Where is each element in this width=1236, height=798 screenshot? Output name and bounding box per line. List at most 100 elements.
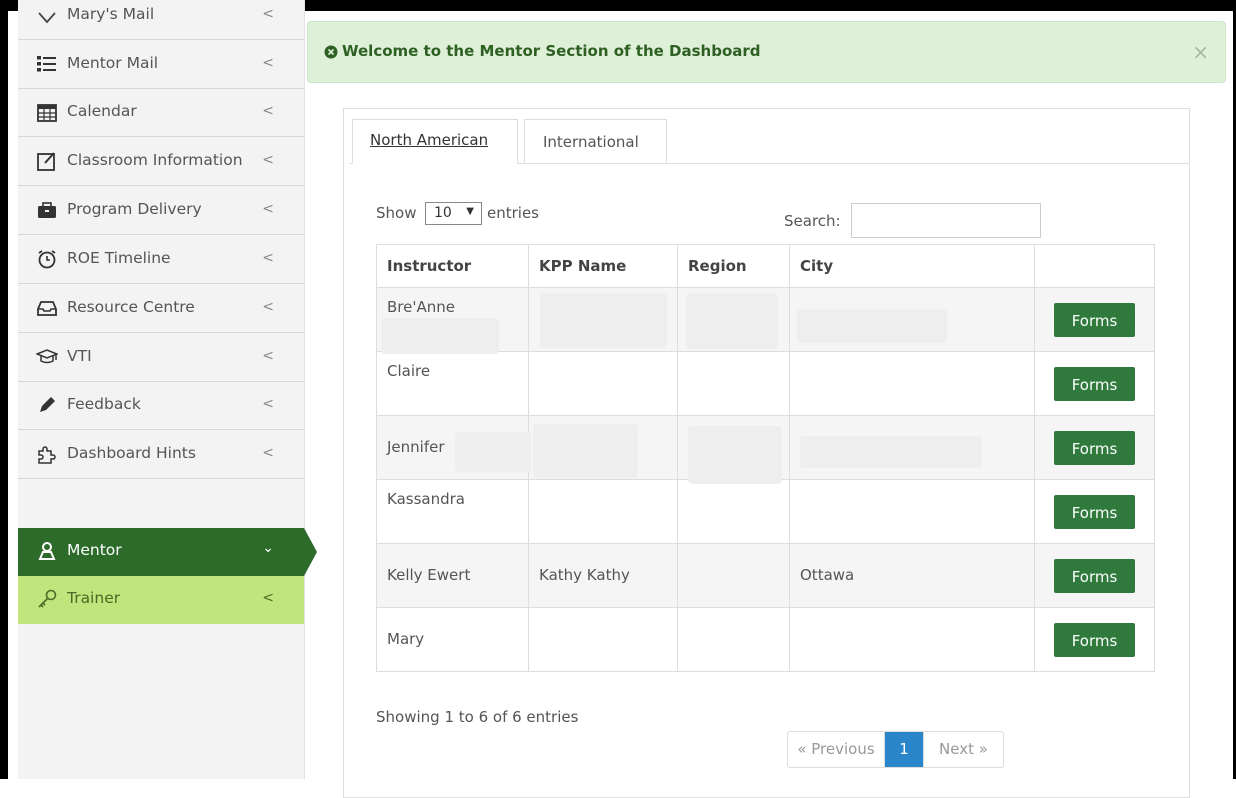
- sidebar-item-label: ROE Timeline: [67, 249, 171, 267]
- cell-kpp-name: [528, 351, 678, 416]
- sidebar-item-dashboard-hints[interactable]: Dashboard Hints <: [18, 431, 304, 479]
- cell-kpp-name: Kathy Kathy: [528, 543, 678, 608]
- search-label: Search:: [784, 212, 841, 230]
- sidebar-item-label: Classroom Information: [67, 151, 243, 169]
- redacted-block: [533, 424, 638, 478]
- sidebar-item-vti[interactable]: VTI <: [18, 334, 304, 382]
- sidebar-item-trainer[interactable]: Trainer <: [18, 576, 304, 624]
- redacted-block: [800, 436, 982, 468]
- cell-actions: Forms: [1034, 543, 1155, 608]
- forms-button[interactable]: Forms: [1054, 622, 1135, 657]
- page-size-value: 10: [434, 205, 452, 221]
- table-header-row: Instructor KPP Name Region City: [376, 244, 1155, 288]
- welcome-alert: Welcome to the Mentor Section of the Das…: [307, 21, 1226, 83]
- edit-icon: [37, 152, 55, 171]
- chevron-left-icon: <: [262, 590, 274, 606]
- pagination: « Previous 1 Next »: [787, 731, 1004, 768]
- forms-button[interactable]: Forms: [1054, 302, 1135, 337]
- chevron-left-icon: <: [262, 299, 274, 315]
- table-row: Kelly Ewert Kathy Kathy Ottawa Forms: [376, 543, 1155, 608]
- chevron-left-icon: <: [262, 152, 274, 168]
- cell-actions: Forms: [1034, 351, 1155, 416]
- cell-actions: Forms: [1034, 607, 1155, 672]
- sidebar-item-label: Program Delivery: [67, 200, 202, 218]
- chevron-left-icon: <: [262, 396, 274, 412]
- sidebar-item-program-delivery[interactable]: Program Delivery <: [18, 187, 304, 235]
- sidebar-item-label: Mary's Mail: [67, 5, 155, 23]
- table-row: Kassandra Forms: [376, 479, 1155, 544]
- pagination-page-1[interactable]: 1: [885, 732, 923, 767]
- forms-button[interactable]: Forms: [1054, 494, 1135, 529]
- sidebar-item-label: Feedback: [67, 395, 141, 413]
- tab-international[interactable]: International: [524, 119, 667, 164]
- list-icon: [37, 56, 56, 72]
- column-header-instructor[interactable]: Instructor: [376, 244, 529, 288]
- sidebar-item-calendar[interactable]: Calendar <: [18, 89, 304, 137]
- sidebar-item-mentor[interactable]: Mentor ⌄: [18, 528, 304, 576]
- cell-instructor: Claire: [376, 351, 529, 416]
- sidebar-item-classroom-information[interactable]: Classroom Information <: [18, 138, 304, 186]
- show-label: Show: [376, 204, 417, 222]
- chevron-left-icon: <: [262, 103, 274, 119]
- sidebar-item-label: VTI: [67, 347, 92, 365]
- chevron-left-icon: <: [262, 201, 274, 217]
- cell-actions: Forms: [1034, 415, 1155, 480]
- pencil-icon: [40, 397, 55, 412]
- search-input[interactable]: [851, 203, 1041, 238]
- sidebar-item-feedback[interactable]: Feedback <: [18, 382, 304, 430]
- pagination-next[interactable]: Next »: [923, 732, 1003, 767]
- cell-region: [677, 607, 790, 672]
- heart-icon: [38, 12, 56, 24]
- tab-label: North American: [370, 131, 489, 149]
- cell-city: [789, 607, 1035, 672]
- cell-region: [677, 351, 790, 416]
- chevron-left-icon: <: [262, 348, 274, 364]
- redacted-block: [686, 293, 778, 349]
- forms-button[interactable]: Forms: [1054, 366, 1135, 401]
- active-item-pointer: [304, 528, 317, 576]
- sidebar-item-resource-centre[interactable]: Resource Centre <: [18, 285, 304, 333]
- sidebar-item-marys-mail[interactable]: Mary's Mail <: [18, 0, 304, 40]
- redacted-block: [540, 293, 667, 348]
- column-header-kpp-name[interactable]: KPP Name: [528, 244, 678, 288]
- chevron-down-icon: ⌄: [262, 540, 274, 556]
- close-circle-icon: [324, 45, 338, 59]
- cell-actions: Forms: [1034, 287, 1155, 352]
- sidebar-item-mentor-mail[interactable]: Mentor Mail <: [18, 41, 304, 89]
- chevron-left-icon: <: [262, 250, 274, 266]
- cell-instructor: Kassandra: [376, 479, 529, 544]
- cell-kpp-name: [528, 607, 678, 672]
- sidebar: Mary's Mail < Mentor Mail < Calendar < C…: [18, 0, 305, 779]
- chevron-left-icon: <: [262, 55, 274, 71]
- page-size-select[interactable]: 10 ▼: [425, 202, 482, 225]
- alert-close-button[interactable]: ×: [1192, 40, 1209, 64]
- cell-city: Ottawa: [789, 543, 1035, 608]
- cell-city: [789, 479, 1035, 544]
- table-info: Showing 1 to 6 of 6 entries: [376, 708, 579, 726]
- column-header-actions: [1034, 244, 1155, 288]
- inbox-icon: [37, 301, 57, 316]
- user-icon: [38, 542, 56, 560]
- cell-actions: Forms: [1034, 479, 1155, 544]
- cell-city: [789, 351, 1035, 416]
- column-header-region[interactable]: Region: [677, 244, 790, 288]
- forms-button[interactable]: Forms: [1054, 558, 1135, 593]
- clock-icon: [38, 250, 56, 269]
- column-header-city[interactable]: City: [789, 244, 1035, 288]
- key-icon: [38, 589, 57, 608]
- sidebar-item-label: Resource Centre: [67, 298, 195, 316]
- pagination-previous[interactable]: « Previous: [788, 732, 885, 767]
- forms-button[interactable]: Forms: [1054, 430, 1135, 465]
- redacted-block: [455, 432, 531, 472]
- cell-region: [677, 479, 790, 544]
- cell-kpp-name: [528, 479, 678, 544]
- puzzle-icon: [38, 446, 56, 464]
- table-row: Mary Forms: [376, 607, 1155, 672]
- graduation-cap-icon: [36, 349, 58, 364]
- sidebar-item-label: Mentor: [67, 541, 122, 559]
- redacted-block: [381, 318, 499, 354]
- calendar-icon: [37, 104, 57, 122]
- sidebar-item-roe-timeline[interactable]: ROE Timeline <: [18, 236, 304, 284]
- tab-north-american[interactable]: North American: [352, 119, 518, 164]
- sidebar-item-label: Calendar: [67, 102, 137, 120]
